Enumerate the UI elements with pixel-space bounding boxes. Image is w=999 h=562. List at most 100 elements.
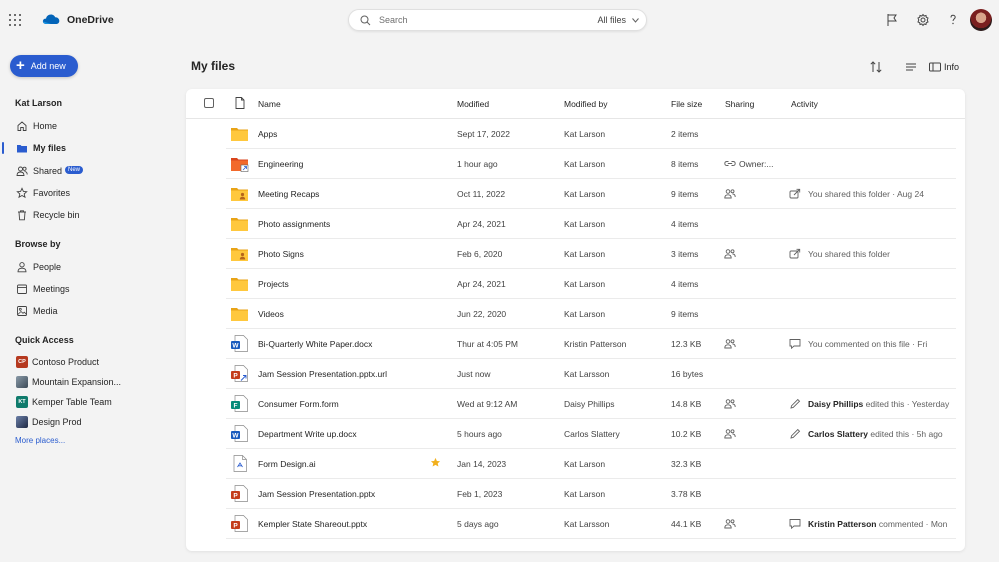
shared-people-icon[interactable] <box>724 428 736 439</box>
activity-user: Carlos Slattery <box>808 429 868 439</box>
sidebar-item-recycle-bin[interactable]: Recycle bin <box>0 206 180 224</box>
modified-date: Apr 24, 2021 <box>457 219 506 229</box>
table-row[interactable]: Projects Apr 24, 2021 Kat Larson 4 items <box>226 269 956 299</box>
search-scope[interactable]: All files <box>597 15 626 25</box>
table-row[interactable]: Apps Sept 17, 2022 Kat Larson 2 items <box>226 119 956 149</box>
file-name[interactable]: Form Design.ai <box>258 459 316 469</box>
column-header-modified-by[interactable]: Modified by <box>564 99 607 109</box>
column-header-activity[interactable]: Activity <box>791 99 818 109</box>
table-row[interactable]: Engineering 1 hour ago Kat Larson 8 items Ow… <box>226 149 956 179</box>
shared-people-icon[interactable] <box>724 248 736 259</box>
quick-access-label: Design Prod <box>32 417 82 427</box>
file-list-header: Name Modified Modified by File size Shar… <box>186 89 965 119</box>
quick-access-label: Kemper Table Team <box>32 397 112 407</box>
table-row[interactable]: W Department Write up.docx 5 hours ago Carl… <box>226 419 956 449</box>
sidebar-item-shared[interactable]: Shared New <box>0 162 180 180</box>
table-row[interactable]: Meeting Recaps Oct 11, 2022 Kat Larson 9 it… <box>226 179 956 209</box>
add-new-label: Add new <box>30 61 66 71</box>
sidebar-item-meetings[interactable]: Meetings <box>0 280 180 298</box>
table-row[interactable]: W Bi-Quarterly White Paper.docx Thur at 4:… <box>226 329 956 359</box>
sidebar-item-favorites[interactable]: Favorites <box>0 184 180 202</box>
modified-date: 5 days ago <box>457 519 499 529</box>
view-options-icon[interactable] <box>904 60 918 74</box>
trash-icon <box>18 210 26 221</box>
folder-shared-file-icon <box>231 188 248 201</box>
file-name[interactable]: Photo Signs <box>258 249 304 259</box>
favorite-star-icon[interactable] <box>430 457 441 468</box>
select-all-checkbox[interactable] <box>204 98 214 108</box>
folder-link-file-icon <box>231 158 249 172</box>
column-header-name[interactable]: Name <box>258 99 281 109</box>
quick-access-item[interactable]: CP Contoso Product <box>0 353 180 371</box>
sort-icon[interactable] <box>869 60 883 74</box>
file-size: 14.8 KB <box>671 399 702 409</box>
file-name[interactable]: Jam Session Presentation.pptx <box>258 489 375 499</box>
file-name[interactable]: Jam Session Presentation.pptx.url <box>258 369 387 379</box>
avatar[interactable] <box>970 9 992 31</box>
image-icon <box>17 306 27 316</box>
file-name[interactable]: Meeting Recaps <box>258 189 319 199</box>
ppt-file-icon: P <box>231 485 248 502</box>
file-name[interactable]: Consumer Form.form <box>258 399 339 409</box>
sidebar-item-my-files[interactable]: My files <box>0 139 180 157</box>
file-name[interactable]: Photo assignments <box>258 219 330 229</box>
sidebar-item-home[interactable]: Home <box>0 117 180 135</box>
file-list: Name Modified Modified by File size Shar… <box>186 89 965 551</box>
help-icon[interactable] <box>946 13 960 27</box>
table-row[interactable]: P Jam Session Presentation.pptx Feb 1, 202… <box>226 479 956 509</box>
column-header-modified[interactable]: Modified <box>457 99 489 109</box>
activity-text: Carlos Slattery edited this · 5h ago <box>808 429 943 439</box>
flag-icon[interactable] <box>885 13 899 27</box>
gear-icon[interactable] <box>916 13 930 27</box>
more-places-link[interactable]: More places... <box>15 436 65 445</box>
search-box[interactable]: Search All files <box>348 9 647 31</box>
chevron-down-icon[interactable] <box>632 18 639 23</box>
file-name[interactable]: Engineering <box>258 159 303 169</box>
shared-people-icon[interactable] <box>724 518 736 529</box>
search-placeholder[interactable]: Search <box>379 15 408 25</box>
file-name[interactable]: Apps <box>258 129 277 139</box>
table-row[interactable]: F Consumer Form.form Wed at 9:12 AM Daisy P… <box>226 389 956 419</box>
table-row[interactable]: Photo assignments Apr 24, 2021 Kat Larson 4… <box>226 209 956 239</box>
modified-date: 5 hours ago <box>457 429 502 439</box>
file-name[interactable]: Department Write up.docx <box>258 429 357 439</box>
modified-date: Jan 14, 2023 <box>457 459 507 469</box>
ai-file-icon <box>233 455 247 472</box>
add-new-button[interactable]: + Add new <box>10 55 78 77</box>
table-row[interactable]: Photo Signs Feb 6, 2020 Kat Larson 3 items Y… <box>226 239 956 269</box>
link-icon[interactable] <box>724 158 736 169</box>
modified-by: Kat Larson <box>564 159 606 169</box>
app-launcher-icon[interactable] <box>9 14 21 26</box>
column-header-file-size[interactable]: File size <box>671 99 702 109</box>
modified-date: Feb 6, 2020 <box>457 249 503 259</box>
info-button-label[interactable]: Info <box>944 62 959 72</box>
info-icon[interactable] <box>928 60 942 74</box>
comment-activity-icon <box>789 339 801 349</box>
activity-text: You commented on this file · Fri <box>808 339 927 349</box>
table-row[interactable]: Form Design.ai Jan 14, 2023 Kat Larson 32.3… <box>226 449 956 479</box>
quick-access-item[interactable]: KT Kemper Table Team <box>0 393 180 411</box>
activity-text: Daisy Phillips edited this · Yesterday <box>808 399 949 409</box>
modified-by: Kat Larsson <box>564 369 610 379</box>
active-indicator <box>2 142 4 154</box>
shared-people-icon[interactable] <box>724 338 736 349</box>
table-row[interactable]: P Jam Session Presentation.pptx.url Just n… <box>226 359 956 389</box>
file-size: 32.3 KB <box>671 459 702 469</box>
app-title[interactable]: OneDrive <box>67 14 114 26</box>
site-icon <box>16 376 28 388</box>
shared-people-icon[interactable] <box>724 188 736 199</box>
file-name[interactable]: Videos <box>258 309 284 319</box>
quick-access-item[interactable]: Design Prod <box>0 413 180 431</box>
column-header-sharing[interactable]: Sharing <box>725 99 754 109</box>
sidebar-item-media[interactable]: Media <box>0 302 180 320</box>
sidebar-item-people[interactable]: People <box>0 258 180 276</box>
modified-by: Kat Larson <box>564 189 606 199</box>
table-row[interactable]: P Kempler State Shareout.pptx 5 days ago Ka… <box>226 509 956 539</box>
table-row[interactable]: Videos Jun 22, 2020 Kat Larson 9 items <box>226 299 956 329</box>
file-name[interactable]: Bi-Quarterly White Paper.docx <box>258 339 372 349</box>
shared-people-icon[interactable] <box>724 398 736 409</box>
quick-access-item[interactable]: Mountain Expansion... <box>0 373 180 391</box>
file-name[interactable]: Projects <box>258 279 289 289</box>
sidebar-item-label: My files <box>33 143 67 153</box>
file-name[interactable]: Kempler State Shareout.pptx <box>258 519 367 529</box>
